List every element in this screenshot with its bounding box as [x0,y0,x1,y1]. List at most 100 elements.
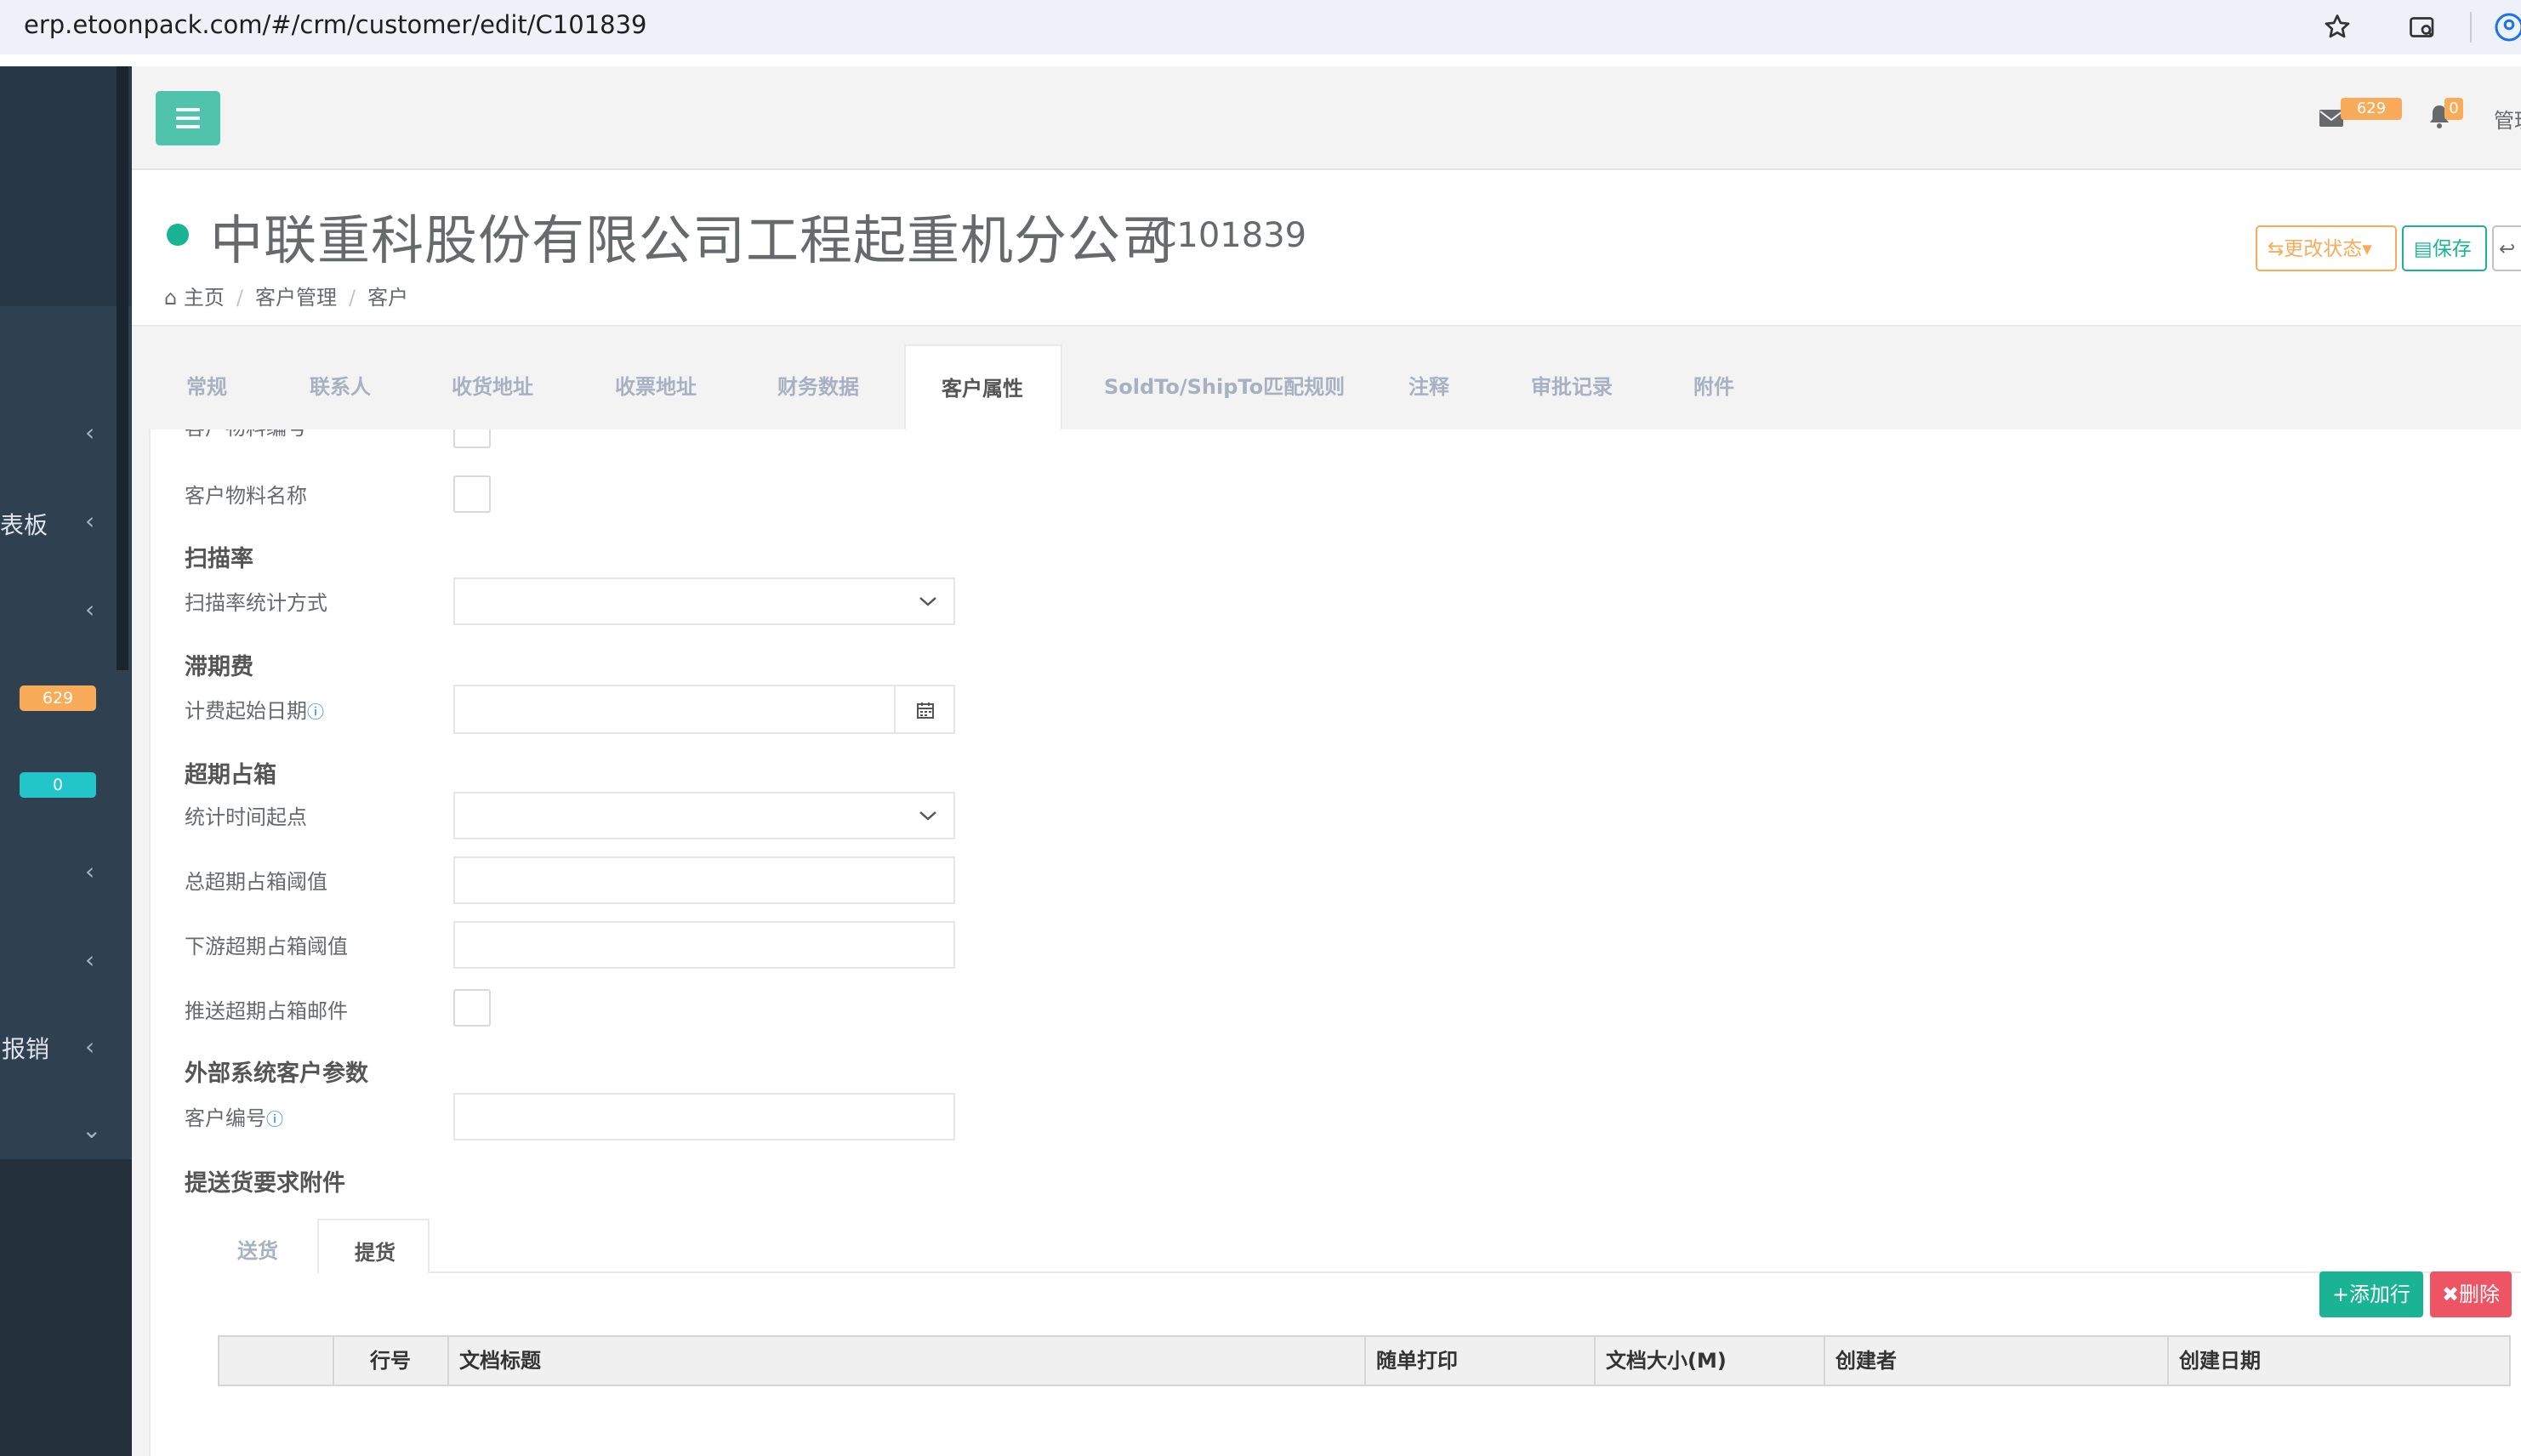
page-title: 中联重科股份有限公司工程起重机分公司 [210,209,1175,271]
sidebar-scrollbar[interactable] [117,66,128,670]
sidebar-notify-badge: 0 [20,772,96,798]
url-text[interactable]: erp.etoonpack.com/#/crm/customer/edit/C1… [24,10,647,39]
sidebar-item-4[interactable]: ‹ [85,857,94,885]
breadcrumb-customer: 客户 [367,286,409,310]
sidebar-item-6[interactable]: ‹ [85,1032,94,1061]
tab-shipping-address[interactable]: 收货地址 [452,344,533,429]
user-menu[interactable]: 管理 [2494,104,2521,134]
tab-approval-records[interactable]: 审批记录 [1531,344,1613,429]
subtab-pickup[interactable]: 提货 [317,1219,430,1273]
attachments-table-header: 行号 文档标题 随单打印 文档大小(M) 创建者 创建日期 [218,1335,2511,1386]
chevron-left-icon: ‹ [85,946,95,974]
subtab-delivery[interactable]: 送货 [237,1234,278,1264]
th-print-with-order[interactable]: 随单打印 [1366,1337,1596,1385]
input-customer-no[interactable] [453,1093,955,1140]
bell-count-badge: 0 [2444,98,2463,120]
th-row-no[interactable]: 行号 [334,1337,449,1385]
label-customer-no: 客户编号ⓘ [185,1106,283,1130]
checkbox-push-mail[interactable] [453,989,491,1027]
browser-address-bar: erp.etoonpack.com/#/crm/customer/edit/C1… [0,0,2521,54]
tab-soldto-shipto-rules[interactable]: SoldTo/ShipTo匹配规则 [1104,344,1345,429]
tab-billing-address[interactable]: 收票地址 [615,344,697,429]
chevron-left-icon: ‹ [85,857,95,885]
calendar-button[interactable] [894,685,955,734]
sidebar-profile-area [0,66,132,306]
breadcrumb: ⌂ 主页 / 客户管理 / 客户 [164,286,409,310]
tab-notes[interactable]: 注释 [1408,344,1449,429]
status-dot-icon [167,224,189,246]
chevron-left-icon: ‹ [85,1032,95,1061]
sidebar-item-dashboard-label[interactable]: 表板 [0,507,48,541]
plus-icon: + [2331,1283,2350,1306]
chevron-left-icon: ‹ [85,595,95,623]
breadcrumb-customer-mgmt[interactable]: 客户管理 [255,286,337,310]
help-icon[interactable]: ⓘ [266,1109,283,1129]
sidebar [0,66,132,1456]
input-fee-start-date[interactable] [453,685,896,734]
tab-panel-customer-attributes: 客户物料编号 客户物料名称 扫描率 扫描率统计方式 滞期费 计费起始日期ⓘ 超期… [149,429,2521,1456]
exchange-icon: ⇆ [2268,238,2285,260]
sidebar-item-3[interactable]: ‹ [85,595,94,623]
th-creator[interactable]: 创建者 [1825,1337,2169,1385]
select-scan-method[interactable] [453,577,955,625]
label-scan-method: 扫描率统计方式 [185,591,327,615]
label-material-code: 客户物料编号 [185,429,307,441]
back-button[interactable]: ↩ [2492,225,2521,271]
delete-button[interactable]: ✖删除 [2430,1271,2512,1317]
tab-attachments[interactable]: 附件 [1693,344,1734,429]
mail-count-badge: 629 [2341,98,2402,120]
profile-icon[interactable] [2494,12,2521,43]
floppy-disk-icon: ▤ [2414,238,2433,260]
label-material-name: 客户物料名称 [185,484,307,508]
toolbar-divider [2470,12,2472,43]
section-attachments: 提送货要求附件 [185,1170,345,1197]
label-stat-start: 统计时间起点 [185,805,307,829]
customer-code: /C101839 [1141,216,1307,255]
subtab-divider [317,1271,2521,1273]
breadcrumb-home[interactable]: 主页 [184,286,225,310]
save-button[interactable]: ▤保存 [2402,225,2487,271]
checkbox-material-code[interactable] [453,429,491,448]
select-stat-start[interactable] [453,792,955,839]
section-overdue-box: 超期占箱 [185,762,276,788]
top-navbar [132,66,2521,170]
sidebar-item-7[interactable]: ⌄ [82,1116,101,1144]
label-downstream-threshold: 下游超期占箱阈值 [185,935,348,958]
bookmark-star-icon[interactable] [2322,12,2353,43]
sidebar-item-reimburse-label[interactable]: 报销 [2,1031,49,1065]
reply-arrow-icon: ↩ [2499,238,2516,260]
th-doc-title[interactable]: 文档标题 [449,1337,1366,1385]
label-push-mail: 推送超期占箱邮件 [185,999,348,1023]
th-select[interactable] [219,1337,334,1385]
section-scan-rate: 扫描率 [185,546,253,572]
sidebar-item-1[interactable]: ‹ [85,418,94,446]
checkbox-material-name[interactable] [453,475,491,513]
close-icon: ✖ [2441,1283,2460,1306]
tab-general[interactable]: 常规 [186,344,227,429]
sidebar-item-2[interactable]: ‹ [85,507,94,535]
chevron-down-icon [919,811,936,821]
add-row-button[interactable]: +添加行 [2319,1271,2423,1317]
help-icon[interactable]: ⓘ [307,702,324,722]
sidebar-item-5[interactable]: ‹ [85,946,94,974]
tab-customer-attributes[interactable]: 客户属性 [904,344,1062,431]
tab-search-icon[interactable] [2407,12,2438,43]
caret-down-icon: ▾ [2362,238,2372,260]
tab-contacts[interactable]: 联系人 [310,344,371,429]
change-status-button[interactable]: ⇆更改状态▾ [2256,225,2397,271]
home-icon: ⌂ [164,286,178,310]
hamburger-icon [176,108,200,111]
section-external-params: 外部系统客户参数 [185,1061,368,1087]
menu-toggle-button[interactable] [156,91,220,145]
tab-financial-data[interactable]: 财务数据 [777,344,859,429]
sidebar-mail-badge: 629 [20,685,96,711]
chevron-down-icon [919,597,936,606]
label-total-threshold: 总超期占箱阈值 [185,870,327,894]
sidebar-footer [0,1159,132,1456]
th-doc-size[interactable]: 文档大小(M) [1596,1337,1825,1385]
browser-gap [0,54,2521,66]
input-downstream-threshold[interactable] [453,921,955,969]
input-total-threshold[interactable] [453,856,955,904]
chevron-left-icon: ‹ [85,507,95,535]
th-created-date[interactable]: 创建日期 [2169,1337,2509,1385]
